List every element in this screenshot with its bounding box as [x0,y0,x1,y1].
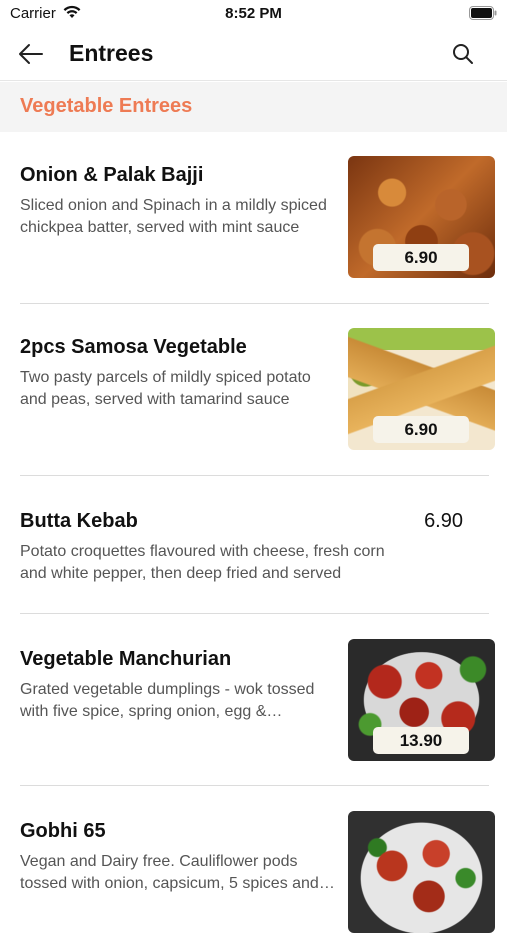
item-price: 6.90 [424,510,463,532]
item-description: Potato croquettes flavoured with cheese,… [20,543,385,582]
item-price: 6.90 [373,416,469,443]
item-description: Grated vegetable dumplings - wok tossed … [20,681,315,720]
item-description: Sliced onion and Spinach in a mildly spi… [20,197,327,236]
item-name: Butta Kebab [20,510,138,532]
item-image: 13.90 [348,639,495,761]
item-name: 2pcs Samosa Vegetable [20,336,247,358]
item-name: Gobhi 65 [20,820,106,842]
item-image: 6.90 [348,156,495,278]
menu-item[interactable]: 2pcs Samosa Vegetable Two pasty parcels … [0,304,507,476]
menu-item[interactable]: Vegetable Manchurian Grated vegetable du… [0,614,507,786]
menu-item[interactable]: Butta Kebab 6.90 Potato croquettes flavo… [0,476,507,614]
item-description: Vegan and Dairy free. Cauliflower pods t… [20,853,319,892]
search-icon [453,44,473,64]
nav-bar: Entrees [0,30,507,81]
item-price: 13.90 [373,727,469,754]
menu-item[interactable]: Onion & Palak Bajji Sliced onion and Spi… [0,132,507,304]
item-price: 6.90 [373,244,469,271]
status-bar: Carrier 8:52 PM [0,0,507,30]
search-button[interactable] [451,42,475,66]
section-title: Vegetable Entrees [20,95,193,117]
item-description: Two pasty parcels of mildly spiced potat… [20,369,311,408]
item-image: 6.90 [348,328,495,450]
menu-item[interactable]: Gobhi 65 Vegan and Dairy free. Cauliflow… [0,786,507,933]
battery-icon [469,6,497,25]
back-button[interactable] [16,42,46,66]
page-title: Entrees [69,40,154,66]
item-name: Vegetable Manchurian [20,648,232,670]
section-header: Vegetable Entrees [0,82,507,132]
arrow-left-icon [19,44,43,64]
menu-list: Onion & Palak Bajji Sliced onion and Spi… [0,132,507,933]
item-name: Onion & Palak Bajji [20,164,204,186]
item-image [348,811,495,933]
clock: 8:52 PM [225,5,282,22]
